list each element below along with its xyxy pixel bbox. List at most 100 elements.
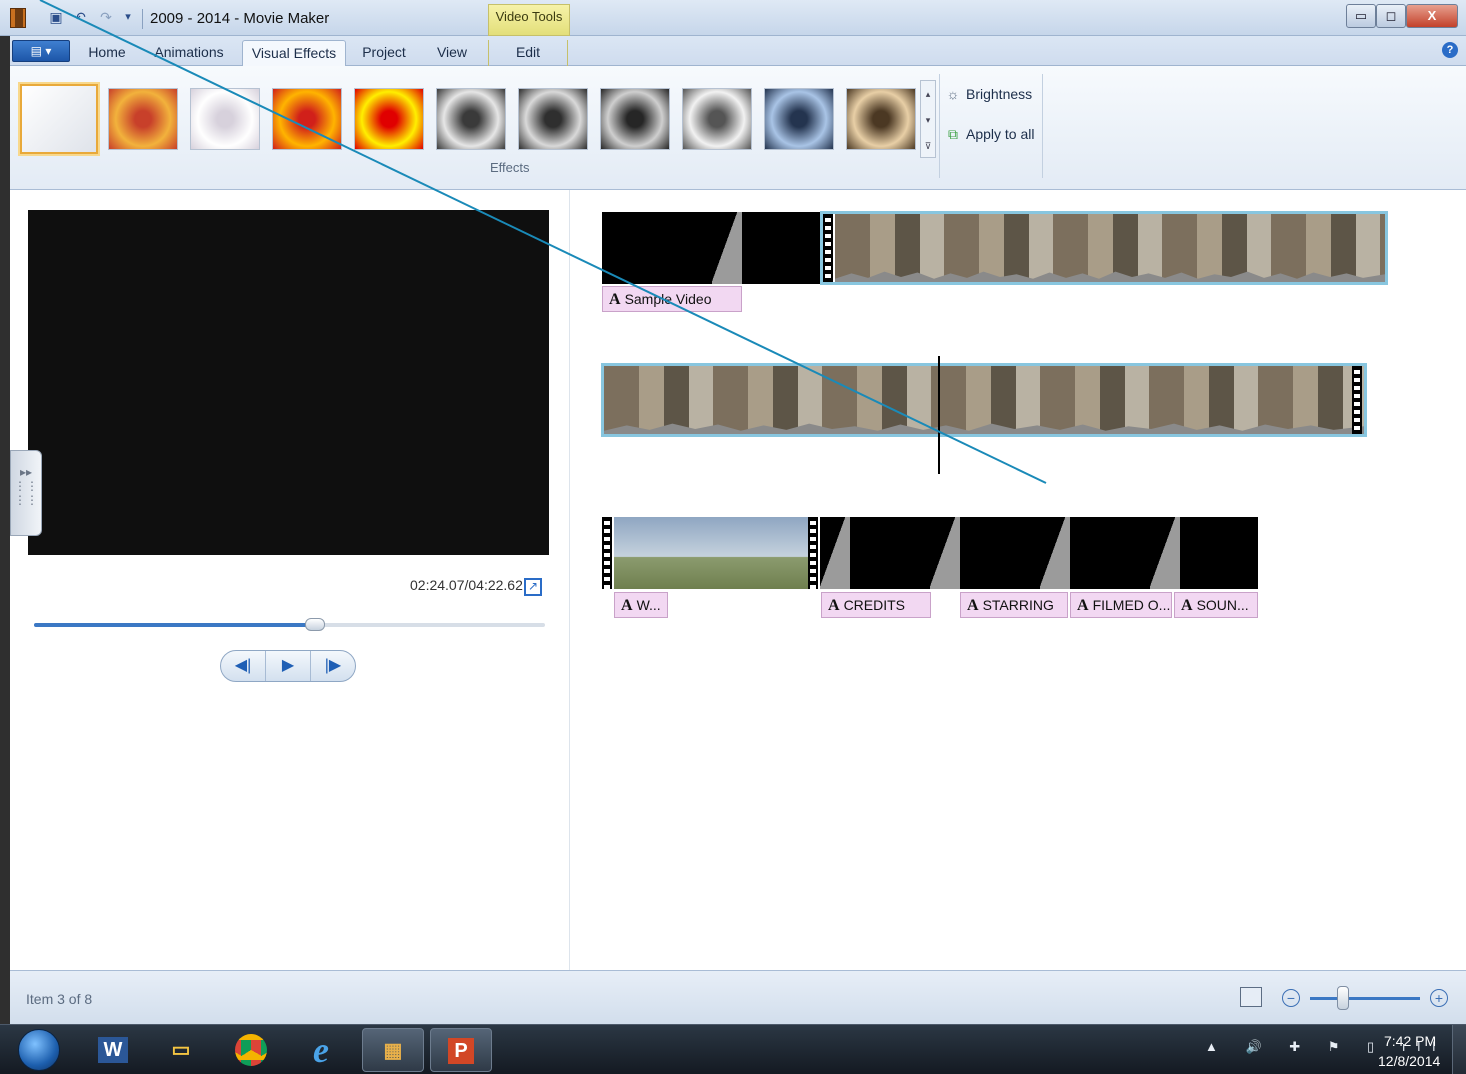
effect-black-and-white-orange[interactable] [518,88,588,150]
effect-cyanotype[interactable] [764,88,834,150]
chrome-icon[interactable] [220,1028,282,1072]
caption-text: SOUN... [1196,597,1249,613]
zoom-slider-thumb[interactable] [1337,986,1349,1010]
effect-sepia[interactable] [846,88,916,150]
status-bar: Item 3 of 8 − + [10,970,1466,1024]
play-button[interactable]: ▶ [266,651,311,681]
video-clip-selected[interactable] [601,363,1367,437]
caption-starring[interactable]: A STARRING [960,592,1068,618]
movie-maker-icon[interactable]: ▦ [362,1028,424,1072]
caption-text: FILMED O... [1092,597,1171,613]
film-sprocket [823,214,833,282]
brightness-label: Brightness [966,86,1033,102]
effect-no-effect[interactable] [20,84,98,154]
tab-visual-effects[interactable]: Visual Effects [242,40,346,66]
title-clip[interactable] [930,517,1040,589]
zoom-slider[interactable] [1310,997,1420,1000]
film-sprocket [808,517,818,589]
status-text: Item 3 of 8 [26,991,93,1007]
apply-to-all-button[interactable]: ⧉ Apply to all [944,126,1034,143]
video-frames [835,214,1385,282]
tab-view[interactable]: View [430,40,474,66]
ribbon-panel: ▴ ▾ ⊽ Effects ☼ Brightness ⧉ Apply to all [10,66,1466,190]
title-clip[interactable] [602,212,712,284]
seek-bar[interactable] [34,618,545,631]
undo-icon[interactable]: ↶ [72,9,88,25]
title-clip[interactable] [820,517,930,589]
effect-black-and-white[interactable] [436,88,506,150]
app-menu-button[interactable]: ▤ ▾ [12,40,70,62]
effects-gallery-scroll[interactable]: ▴ ▾ ⊽ [920,80,936,158]
redo-icon[interactable]: ↷ [98,9,114,25]
effect-black-and-white-yellow[interactable] [682,88,752,150]
video-tools-contextual-label: Video Tools [488,4,570,36]
title-clip[interactable] [1150,517,1258,589]
effect-threshold[interactable] [354,88,424,150]
clock-date[interactable]: 12/8/2014 [1378,1053,1440,1069]
audio-waveform [835,271,1385,282]
caption-sample-video[interactable]: A Sample Video [602,286,742,312]
title-bar: ▣ ↶ ↷ ▾ 2009 - 2014 - Movie Maker Video … [0,0,1466,36]
taskbar: W ▭ e ▦ P ▲ 🔊 ✚ ⚑ ▯ ıll 7:42 PM 12/8/201… [0,1024,1466,1074]
caption-text: CREDITS [843,597,906,613]
tab-animations[interactable]: Animations [150,40,228,66]
minimize-button[interactable]: ▭ [1346,4,1376,28]
tab-edit[interactable]: Edit [488,40,568,66]
internet-explorer-icon[interactable]: e [290,1028,352,1072]
tab-project[interactable]: Project [358,40,410,66]
effect-blur[interactable] [108,88,178,150]
video-clip-selected[interactable] [820,211,1388,285]
powerpoint-icon[interactable]: P [430,1028,492,1072]
help-icon[interactable]: ? [1442,42,1458,58]
caption-a-icon: A [621,597,633,614]
customize-qat-icon[interactable]: ▾ [120,9,136,25]
caption-text: W... [636,597,661,613]
save-icon[interactable]: ▣ [48,9,64,25]
film-sprocket [1352,366,1362,434]
zoom-out-button[interactable]: − [1282,989,1300,1007]
fullscreen-preview-button[interactable]: ↗ [524,578,542,596]
close-button[interactable]: X [1406,4,1458,28]
word-icon[interactable]: W [82,1028,144,1072]
title-clip[interactable] [1040,517,1150,589]
effect-edge-detection[interactable] [190,88,260,150]
show-desktop-button[interactable] [1452,1025,1466,1074]
file-explorer-icon[interactable]: ▭ [150,1028,212,1072]
title-separator [142,9,143,29]
pane-expand-handle[interactable]: ▸▸ ⋮⋮ ⋮⋮ [10,450,42,536]
storyboard-view-icon[interactable] [1240,987,1262,1007]
time-readout: 02:24.07/04:22.62 [410,577,523,593]
apply-to-all-label: Apply to all [966,126,1035,142]
window-title: 2009 - 2014 - Movie Maker [150,10,330,27]
video-preview[interactable] [28,210,549,555]
next-frame-button[interactable]: |▶ [311,651,355,681]
effect-black-and-white-red[interactable] [600,88,670,150]
caption-soundtrack[interactable]: A SOUN... [1174,592,1258,618]
clock-time[interactable]: 7:42 PM [1384,1033,1436,1049]
caption-credits[interactable]: A CREDITS [821,592,931,618]
effects-gallery [16,74,940,178]
effects-group-label: Effects [490,160,530,175]
brightness-button[interactable]: ☼ Brightness [944,86,1033,102]
seek-bar-thumb[interactable] [305,618,326,631]
tab-home[interactable]: Home [82,40,132,66]
transition-marker [712,212,742,284]
movie-maker-app-icon[interactable] [10,8,26,28]
playhead[interactable] [938,356,940,474]
storyboard: A Sample Video A W... A CREDITS A STARRING A… [580,190,1466,970]
caption-w[interactable]: A W... [614,592,668,618]
video-clip[interactable] [602,517,820,589]
start-button[interactable] [18,1029,60,1071]
effect-posterize[interactable] [272,88,342,150]
zoom-in-button[interactable]: + [1430,989,1448,1007]
main-area: 02:24.07/04:22.62 ↗ ◀| ▶ |▶ A Sample Vid… [10,190,1466,970]
video-frames [614,517,808,589]
title-clip[interactable] [712,212,820,284]
previous-frame-button[interactable]: ◀| [221,651,266,681]
transition-marker [820,517,850,589]
seek-bar-fill [34,623,316,627]
caption-text: STARRING [982,597,1054,613]
caption-a-icon: A [609,291,621,308]
caption-filmed-on[interactable]: A FILMED O... [1070,592,1172,618]
maximize-button[interactable]: ◻ [1376,4,1406,28]
